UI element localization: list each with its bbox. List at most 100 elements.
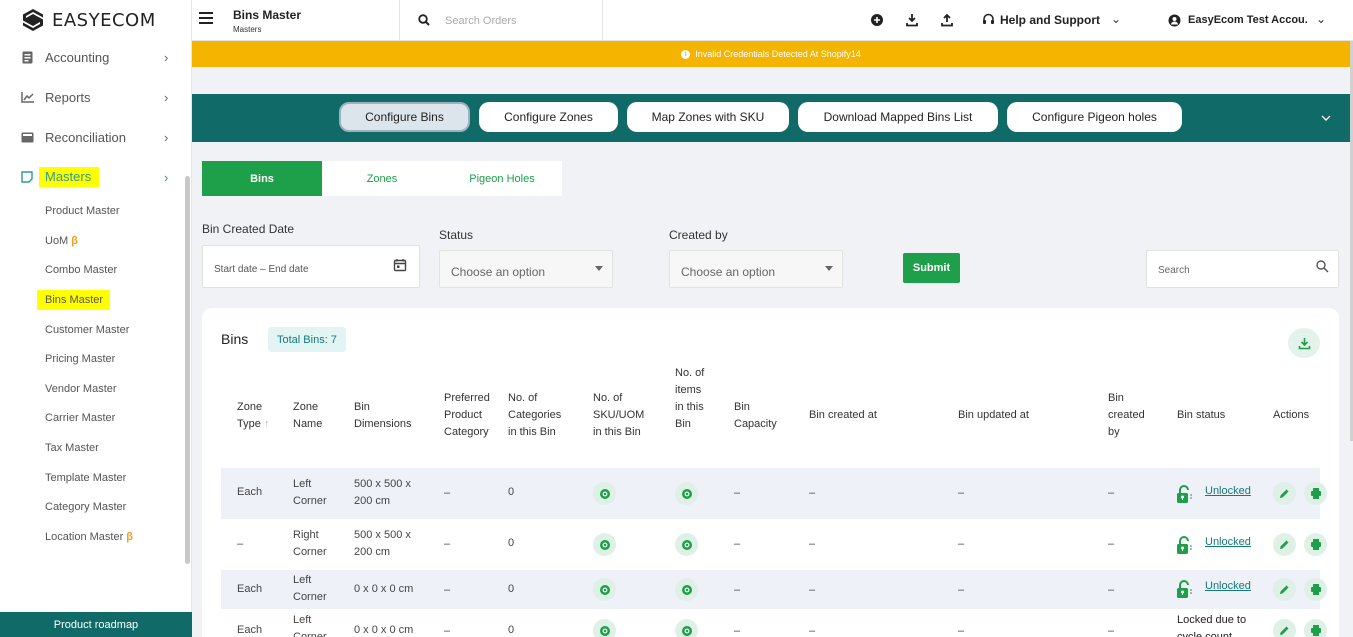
help-support-menu[interactable]: Help and Support xyxy=(1000,13,1100,27)
cell-bin-updated-at: – xyxy=(958,538,965,550)
column-header-num-items[interactable]: No. of items in this Bin xyxy=(675,365,711,433)
alert-text: Invalid Credentials Detected At Shopify1… xyxy=(695,49,861,59)
column-header-bin-created-at[interactable]: Bin created at xyxy=(809,407,877,424)
table-row[interactable]: Each Left Corner 500 x 500 x 200 cm – 0 … xyxy=(221,468,1327,519)
masters-icon xyxy=(20,170,34,184)
brand-logo[interactable]: EASYECOM xyxy=(22,8,156,32)
edit-icon[interactable] xyxy=(1273,482,1296,505)
sidebar-subitem-category-master[interactable]: Category Master xyxy=(45,499,126,515)
view-sku-icon[interactable] xyxy=(593,619,616,637)
cell-num-categories: 0 xyxy=(508,537,515,549)
print-barcode-icon[interactable] xyxy=(1304,578,1327,601)
column-header-preferred-category[interactable]: Preferred Product Category xyxy=(444,390,499,441)
date-range-input[interactable]: Start date – End date xyxy=(202,245,420,288)
status-label: Status xyxy=(439,228,474,242)
status-select[interactable]: Choose an option xyxy=(439,250,613,288)
download-table-button[interactable] xyxy=(1288,328,1320,358)
column-header-bin-status[interactable]: Bin status xyxy=(1177,407,1225,424)
bin-status-link[interactable]: Unlocked xyxy=(1205,536,1251,548)
view-items-icon[interactable] xyxy=(675,482,698,505)
bin-status-text: Locked due to cycle count xyxy=(1177,614,1247,637)
sidebar-item-accounting[interactable]: Accounting › xyxy=(0,47,186,67)
configure-pigeon-holes-button[interactable]: Configure Pigeon holes xyxy=(1007,102,1182,132)
unlock-icon[interactable] xyxy=(1176,580,1192,598)
date-range-text: Start date – End date xyxy=(214,264,309,275)
view-sku-icon[interactable] xyxy=(593,533,616,556)
sidebar-subitem-product-master[interactable]: Product Master xyxy=(45,203,120,219)
search-icon xyxy=(418,14,430,26)
user-account-menu[interactable]: EasyEcom Test Accou... xyxy=(1188,14,1308,26)
download-mapped-bins-button[interactable]: Download Mapped Bins List xyxy=(798,102,998,132)
sidebar-subitem-carrier-master[interactable]: Carrier Master xyxy=(45,410,115,426)
edit-icon[interactable] xyxy=(1273,533,1296,556)
table-row[interactable]: – Right Corner 500 x 500 x 200 cm – 0 – … xyxy=(221,519,1327,570)
column-header-zone-name[interactable]: Zone Name xyxy=(293,399,333,433)
cell-bin-created-by: – xyxy=(1108,538,1115,550)
column-header-bin-capacity[interactable]: Bin Capacity xyxy=(734,399,784,433)
print-barcode-icon[interactable] xyxy=(1304,482,1327,505)
cell-zone-type: Each xyxy=(237,486,263,498)
sidebar-subitem-tax-master[interactable]: Tax Master xyxy=(45,440,99,456)
order-search-input[interactable]: Search Orders xyxy=(399,0,603,41)
sidebar-item-reports[interactable]: Reports › xyxy=(0,87,186,107)
view-items-icon[interactable] xyxy=(675,533,698,556)
table-search-input[interactable]: Search xyxy=(1146,250,1339,288)
calendar-icon[interactable] xyxy=(393,258,407,272)
chevron-down-icon[interactable]: ⌄ xyxy=(1316,12,1326,26)
add-circle-icon[interactable] xyxy=(870,13,884,27)
edit-icon[interactable] xyxy=(1273,578,1296,601)
status-placeholder: Choose an option xyxy=(451,265,546,279)
view-sku-icon[interactable] xyxy=(593,578,616,601)
bin-status-link[interactable]: Unlocked xyxy=(1205,485,1251,497)
view-items-icon[interactable] xyxy=(675,619,698,637)
tab-pigeon-holes[interactable]: Pigeon Holes xyxy=(442,161,562,196)
created-by-select[interactable]: Choose an option xyxy=(669,250,843,288)
easyecom-logo-icon xyxy=(23,9,43,31)
print-barcode-icon[interactable] xyxy=(1304,533,1327,556)
search-icon[interactable] xyxy=(1316,260,1329,273)
cell-zone-type: Each xyxy=(237,583,263,595)
unlock-icon[interactable] xyxy=(1176,485,1192,503)
table-row[interactable]: Each Left Corner 0 x 0 x 0 cm – 0 – – – … xyxy=(221,609,1327,637)
download-icon[interactable] xyxy=(905,13,919,27)
map-zones-sku-button[interactable]: Map Zones with SKU xyxy=(627,102,789,132)
unlock-icon[interactable] xyxy=(1176,536,1192,554)
tab-bins[interactable]: Bins xyxy=(202,161,322,196)
product-roadmap-button[interactable]: Product roadmap xyxy=(0,612,192,637)
configure-zones-button[interactable]: Configure Zones xyxy=(479,102,618,132)
column-header-bin-updated-at[interactable]: Bin updated at xyxy=(958,407,1029,424)
column-header-num-sku[interactable]: No. of SKU/UOM in this Bin xyxy=(593,390,651,441)
upload-icon[interactable] xyxy=(940,13,954,27)
hamburger-menu-icon[interactable] xyxy=(199,12,213,24)
breadcrumb[interactable]: Masters xyxy=(233,25,261,34)
edit-icon[interactable] xyxy=(1273,619,1296,637)
sidebar-subitem-pricing-master[interactable]: Pricing Master xyxy=(45,351,115,367)
sidebar-subitem-template-master[interactable]: Template Master xyxy=(45,470,126,486)
column-header-zone-type[interactable]: Zone Type ↑ xyxy=(237,399,273,433)
sidebar-subitem-bins-master[interactable]: Bins Master xyxy=(37,290,111,310)
sidebar-subitem-vendor-master[interactable]: Vendor Master xyxy=(45,381,117,397)
chevron-down-icon[interactable] xyxy=(1320,112,1332,124)
sidebar-subitem-uom[interactable]: UoM β xyxy=(45,233,78,249)
column-header-bin-dimensions[interactable]: Bin Dimensions xyxy=(354,399,419,433)
column-header-actions[interactable]: Actions xyxy=(1273,407,1309,424)
sidebar-scrollbar[interactable] xyxy=(185,176,190,564)
sidebar-subitem-customer-master[interactable]: Customer Master xyxy=(45,322,129,338)
column-header-num-categories[interactable]: No. of Categories in this Bin xyxy=(508,390,570,441)
sidebar-subitem-location-master[interactable]: Location Master β xyxy=(45,529,133,545)
cell-bin-created-by: – xyxy=(1108,584,1115,596)
page-title: Bins Master xyxy=(233,8,302,22)
chevron-down-icon[interactable]: ⌄ xyxy=(1111,12,1121,26)
submit-button[interactable]: Submit xyxy=(903,253,960,283)
column-header-bin-created-by[interactable]: Bin created by xyxy=(1108,390,1153,441)
configure-bins-button[interactable]: Configure Bins xyxy=(339,102,470,132)
view-sku-icon[interactable] xyxy=(593,482,616,505)
sidebar-item-reconciliation[interactable]: Reconciliation › xyxy=(0,127,186,147)
tab-zones[interactable]: Zones xyxy=(322,161,442,196)
table-row[interactable]: Each Left Corner 0 x 0 x 0 cm – 0 – – – … xyxy=(221,570,1327,609)
print-barcode-icon[interactable] xyxy=(1304,619,1327,637)
sidebar-item-masters[interactable]: Masters › xyxy=(0,167,186,187)
view-items-icon[interactable] xyxy=(675,578,698,601)
sidebar-subitem-combo-master[interactable]: Combo Master xyxy=(45,262,117,278)
bin-status-link[interactable]: Unlocked xyxy=(1205,580,1251,592)
